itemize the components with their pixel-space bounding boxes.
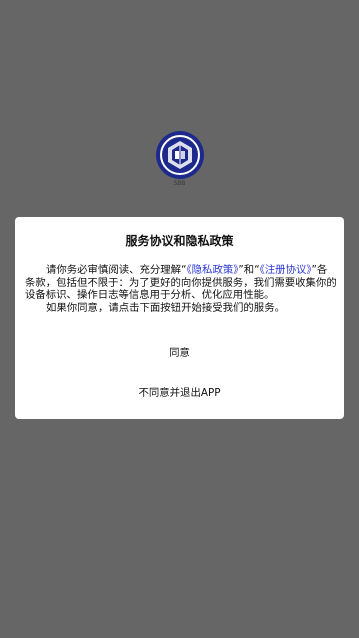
intro-text-1: 请你务必审慎阅读、充分理解“	[46, 264, 187, 276]
dialog-body: 请你务必审慎阅读、充分理解“《隐私政策》”和“《注册协议》”各条款，包括但不限于…	[25, 264, 337, 314]
disagree-exit-button[interactable]: 不同意并退出APP	[15, 385, 344, 401]
agreement-paragraph: 请你务必审慎阅读、充分理解“《隐私政策》”和“《注册协议》”各条款，包括但不限于…	[25, 264, 337, 302]
consent-paragraph: 如果你同意，请点击下面按钮开始接受我们的服务。	[46, 301, 285, 314]
intro-text-2: ”和“	[238, 264, 260, 276]
registration-agreement-link[interactable]: 《注册协议》	[260, 264, 312, 276]
app-logo-caption: SBB	[173, 180, 186, 187]
app-logo-icon	[155, 130, 205, 180]
dialog-title: 服务协议和隐私政策	[125, 234, 234, 248]
agreement-dialog: 服务协议和隐私政策 请你务必审慎阅读、充分理解“《隐私政策》”和“《注册协议》”…	[15, 217, 344, 419]
privacy-policy-link[interactable]: 《隐私政策》	[186, 264, 238, 276]
agree-button[interactable]: 同意	[15, 345, 344, 361]
